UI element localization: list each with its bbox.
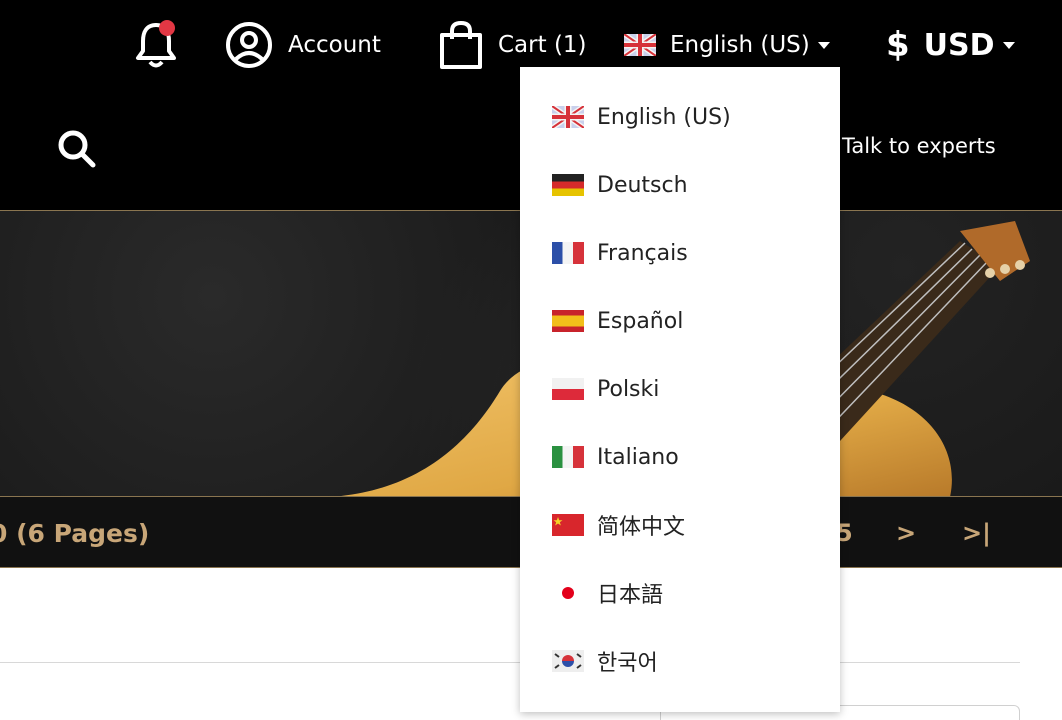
- chevron-down-icon: [817, 41, 830, 49]
- user-circle-icon: [226, 22, 272, 68]
- language-option-polski[interactable]: Polski: [520, 355, 840, 423]
- notifications-button[interactable]: [133, 18, 181, 72]
- china-flag-icon: [552, 514, 584, 536]
- language-option-label: English (US): [597, 104, 731, 130]
- language-dropdown-menu: English (US) Deutsch Français Español Po…: [520, 67, 840, 712]
- language-option-italiano[interactable]: Italiano: [520, 423, 840, 491]
- language-option-label: Français: [597, 240, 688, 266]
- cart-label: Cart (1): [498, 32, 587, 58]
- pages-count-text: 0 (6 Pages): [0, 519, 150, 548]
- language-option-label: 日本語: [597, 583, 664, 608]
- language-option-japanese[interactable]: 日本語: [520, 559, 840, 627]
- cart-button[interactable]: Cart (1): [438, 18, 587, 72]
- dollar-icon: $: [886, 25, 910, 65]
- germany-flag-icon: [552, 174, 584, 196]
- language-option-label: Italiano: [597, 444, 679, 470]
- talk-to-experts-link[interactable]: Talk to experts: [842, 134, 996, 158]
- uk-flag-icon: [550, 103, 586, 131]
- account-button[interactable]: Account: [224, 18, 381, 72]
- language-option-deutsch[interactable]: Deutsch: [520, 151, 840, 219]
- language-option-korean[interactable]: 한국어: [520, 627, 840, 695]
- account-label: Account: [288, 32, 381, 58]
- language-option-label: 简体中文: [597, 515, 686, 540]
- bell-icon: [136, 20, 176, 68]
- last-page-link[interactable]: >|: [962, 519, 991, 547]
- currency-label: USD: [923, 27, 995, 63]
- content-divider: [0, 662, 1020, 663]
- france-flag-icon: [552, 242, 584, 264]
- language-option-label: Español: [597, 308, 684, 334]
- language-option-english[interactable]: English (US): [520, 83, 840, 151]
- korea-flag-icon: [552, 650, 584, 672]
- language-label: English (US): [670, 32, 810, 58]
- language-option-chinese[interactable]: 简体中文: [520, 491, 840, 559]
- search-button[interactable]: [56, 128, 100, 172]
- search-icon: [58, 130, 96, 168]
- spain-flag-icon: [552, 310, 584, 332]
- shopping-bag-icon: [440, 20, 482, 69]
- poland-flag-icon: [552, 378, 584, 400]
- language-option-espanol[interactable]: Español: [520, 287, 840, 355]
- italy-flag-icon: [552, 446, 584, 468]
- chevron-down-icon: [1002, 41, 1015, 49]
- next-page-link[interactable]: >: [896, 519, 916, 547]
- currency-selector[interactable]: $ USD: [886, 18, 1015, 72]
- language-option-label: Polski: [597, 376, 660, 402]
- uk-flag-icon: [624, 34, 656, 56]
- language-option-label: Deutsch: [597, 172, 688, 198]
- language-selector[interactable]: English (US): [624, 18, 830, 72]
- language-option-francais[interactable]: Français: [520, 219, 840, 287]
- language-option-label: 한국어: [597, 651, 658, 676]
- japan-flag-icon: [552, 582, 584, 604]
